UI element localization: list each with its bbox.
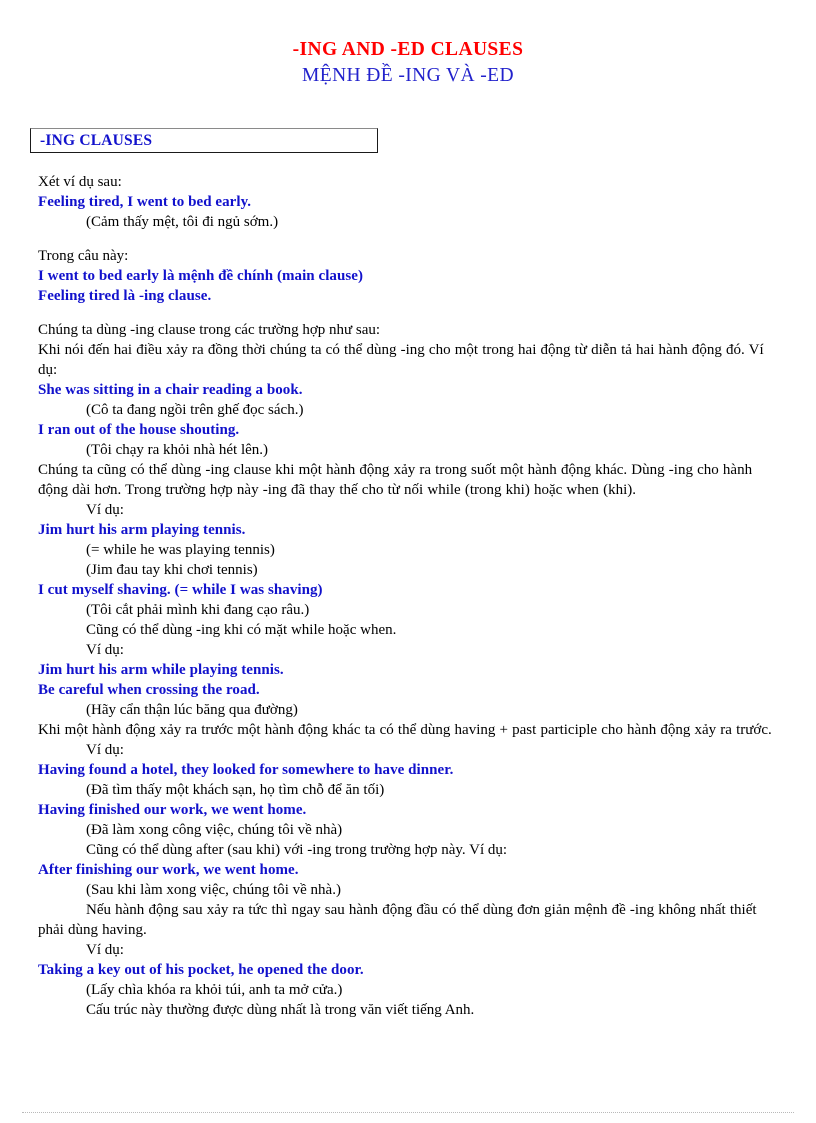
translation-line: (Lấy chìa khóa ra khỏi túi, anh ta mở cử… [86, 982, 343, 998]
footer-divider [22, 1112, 794, 1114]
example-line: Feeling tired là -ing clause. [38, 288, 212, 304]
example-line: Be careful when crossing the road. [38, 682, 260, 698]
body-line: Cấu trúc này thường được dùng nhất là tr… [86, 1002, 475, 1018]
body-line: Chúng ta dùng -ing clause trong các trườ… [38, 322, 381, 338]
document-page: -ING AND -ED CLAUSES MỆNH ĐỀ -ING VÀ -ED… [0, 0, 816, 1123]
example-line: She was sitting in a chair reading a boo… [38, 382, 303, 398]
translation-line: (Đã tìm thấy một khách sạn, họ tìm chỗ đ… [86, 782, 385, 798]
body-line: Trong câu này: [38, 248, 129, 264]
document-body: Xét ví dụ sau: Feeling tired, I went to … [38, 172, 780, 1020]
body-line: Nếu hành động sau xảy ra tức thì ngay sa… [38, 902, 757, 938]
example-line: Having finished our work, we went home. [38, 802, 307, 818]
example-line: After finishing our work, we went home. [38, 862, 299, 878]
document-title-english: -ING AND -ED CLAUSES [292, 39, 524, 60]
translation-line: (Jim đau tay khi chơi tennis) [86, 562, 258, 578]
section-heading-label: -ING CLAUSES [40, 132, 153, 149]
example-line: I ran out of the house shouting. [38, 422, 240, 438]
body-line: Ví dụ: [86, 942, 124, 958]
translation-line: (Cảm thấy mệt, tôi đi ngủ sớm.) [86, 214, 279, 230]
example-line: Having found a hotel, they looked for so… [38, 762, 454, 778]
translation-line: (Sau khi làm xong việc, chúng tôi về nhà… [86, 882, 341, 898]
body-line: Khi một hành động xảy ra trước một hành … [38, 722, 772, 738]
translation-line: (Tôi chạy ra khỏi nhà hét lên.) [86, 442, 269, 458]
body-line: Ví dụ: [86, 642, 124, 658]
example-line: I went to bed early là mệnh đề chính (ma… [38, 268, 363, 284]
translation-line: (Cô ta đang ngồi trên ghế đọc sách.) [86, 402, 304, 418]
example-line: Feeling tired, I went to bed early. [38, 194, 252, 210]
body-line: Cũng có thể dùng -ing khi có mặt while h… [86, 622, 397, 638]
document-title-vietnamese: MỆNH ĐỀ -ING VÀ -ED [302, 65, 514, 86]
example-line: I cut myself shaving. (= while I was sha… [38, 582, 323, 598]
body-line: Khi nói đến hai điều xảy ra đồng thời ch… [38, 342, 764, 378]
body-line: Xét ví dụ sau: [38, 174, 122, 190]
translation-line: (= while he was playing tennis) [86, 542, 275, 558]
body-line: Cũng có thể dùng after (sau khi) với -in… [86, 842, 508, 858]
section-heading-box: -ING CLAUSES [30, 128, 378, 153]
example-line: Jim hurt his arm while playing tennis. [38, 662, 284, 678]
body-line: Ví dụ: [86, 502, 124, 518]
body-line: Chúng ta cũng có thể dùng -ing clause kh… [38, 462, 753, 498]
translation-line: (Hãy cẩn thận lúc băng qua đường) [86, 702, 298, 718]
example-line: Taking a key out of his pocket, he opene… [38, 962, 364, 978]
translation-line: (Tôi cắt phải mình khi đang cạo râu.) [86, 602, 310, 618]
translation-line: (Đã làm xong công việc, chúng tôi về nhà… [86, 822, 343, 838]
body-line: Ví dụ: [86, 742, 124, 758]
document-title-block: -ING AND -ED CLAUSES MỆNH ĐỀ -ING VÀ -ED [0, 38, 816, 88]
example-line: Jim hurt his arm playing tennis. [38, 522, 246, 538]
